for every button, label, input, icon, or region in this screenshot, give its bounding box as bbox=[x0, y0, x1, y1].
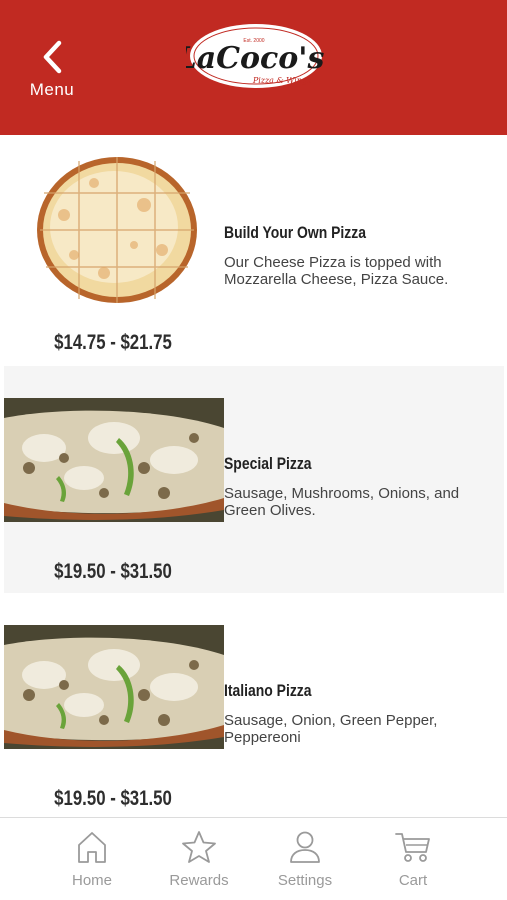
item-name: Italiano Pizza bbox=[224, 681, 312, 700]
item-description: Sausage, Onion, Green Pepper, Peppereoni bbox=[224, 712, 438, 746]
tab-settings[interactable]: Settings bbox=[255, 830, 355, 889]
tab-rewards-label: Rewards bbox=[169, 872, 229, 889]
tab-settings-label: Settings bbox=[277, 872, 333, 889]
item-description: Our Cheese Pizza is topped with Mozzarel… bbox=[224, 254, 449, 288]
menu-item[interactable]: Italiano Pizza Sausage, Onion, Green Pep… bbox=[4, 593, 504, 820]
tab-home[interactable]: Home bbox=[42, 830, 142, 889]
back-label: Menu bbox=[29, 80, 75, 99]
lacocos-logo: Est. 2000 LaCoco's Pizza & Wings bbox=[186, 24, 324, 88]
header-bar: Menu Est. 2000 LaCoco's Pizza & Wings bbox=[0, 0, 507, 135]
tab-bar: Home Rewards Settings Cart bbox=[0, 817, 507, 900]
item-info: Italiano Pizza Sausage, Onion, Green Pep… bbox=[224, 681, 496, 746]
chevron-left-icon bbox=[43, 40, 62, 74]
home-icon bbox=[78, 832, 106, 863]
menu-item[interactable]: Build Your Own Pizza Our Cheese Pizza is… bbox=[4, 135, 504, 362]
tab-cart[interactable]: Cart bbox=[363, 830, 463, 889]
back-button[interactable]: Menu bbox=[20, 40, 84, 110]
pizza-image bbox=[37, 157, 197, 303]
item-name: Build Your Own Pizza bbox=[224, 223, 367, 242]
tab-cart-label: Cart bbox=[398, 872, 428, 889]
item-info: Special Pizza Sausage, Mushrooms, Onions… bbox=[224, 454, 496, 519]
item-price: $19.50 - $31.50 bbox=[54, 787, 172, 810]
pizza-image bbox=[4, 625, 224, 749]
menu-item[interactable]: Special Pizza Sausage, Mushrooms, Onions… bbox=[4, 366, 504, 593]
item-name: Special Pizza bbox=[224, 454, 312, 473]
pizza-image bbox=[4, 398, 224, 522]
svg-text:LaCoco's: LaCoco's bbox=[186, 41, 324, 76]
star-icon bbox=[182, 831, 216, 863]
svg-text:Pizza & Wings: Pizza & Wings bbox=[252, 76, 311, 85]
tab-rewards[interactable]: Rewards bbox=[149, 830, 249, 889]
cart-icon bbox=[395, 833, 430, 862]
person-icon bbox=[290, 831, 320, 863]
item-price: $14.75 - $21.75 bbox=[54, 331, 172, 354]
item-price: $19.50 - $31.50 bbox=[54, 560, 172, 583]
item-info: Build Your Own Pizza Our Cheese Pizza is… bbox=[224, 223, 496, 288]
item-description: Sausage, Mushrooms, Onions, and Green Ol… bbox=[224, 485, 460, 519]
tab-home-label: Home bbox=[71, 872, 112, 889]
